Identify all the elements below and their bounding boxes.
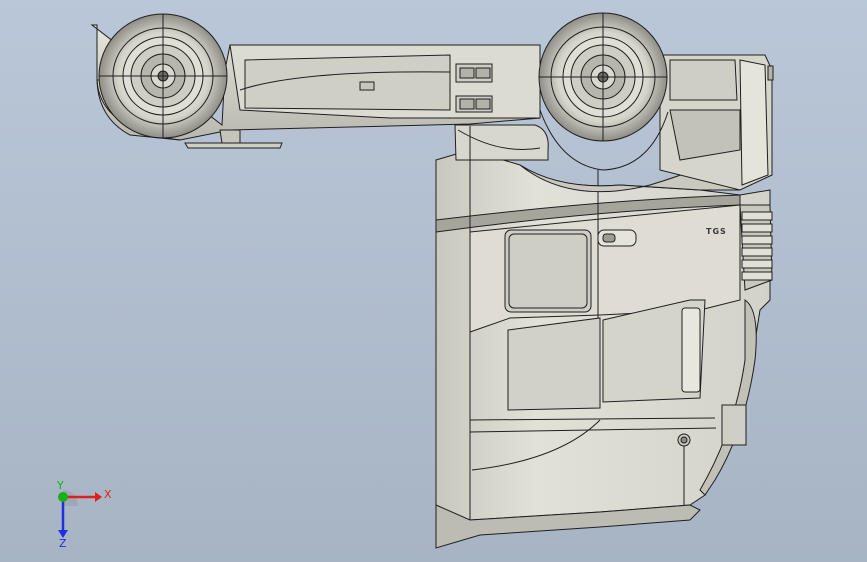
rear-wheel — [98, 13, 228, 139]
model-badge: TGS — [706, 227, 727, 236]
x-axis-label: X — [104, 488, 112, 501]
front-wheel — [538, 12, 669, 171]
exhaust-pipe — [454, 124, 549, 161]
orientation-triad[interactable]: X Y Z — [40, 478, 120, 548]
cab-roof-top — [659, 54, 774, 191]
truck-cab-model[interactable]: TGS — [0, 0, 867, 562]
y-axis-point — [58, 492, 68, 502]
cad-graphics-viewport[interactable]: TGS X Y Z — [0, 0, 867, 562]
cab-body — [435, 149, 773, 549]
y-axis-label: Y — [56, 479, 64, 492]
z-axis-label: Z — [59, 537, 67, 548]
x-axis-head — [95, 492, 102, 502]
